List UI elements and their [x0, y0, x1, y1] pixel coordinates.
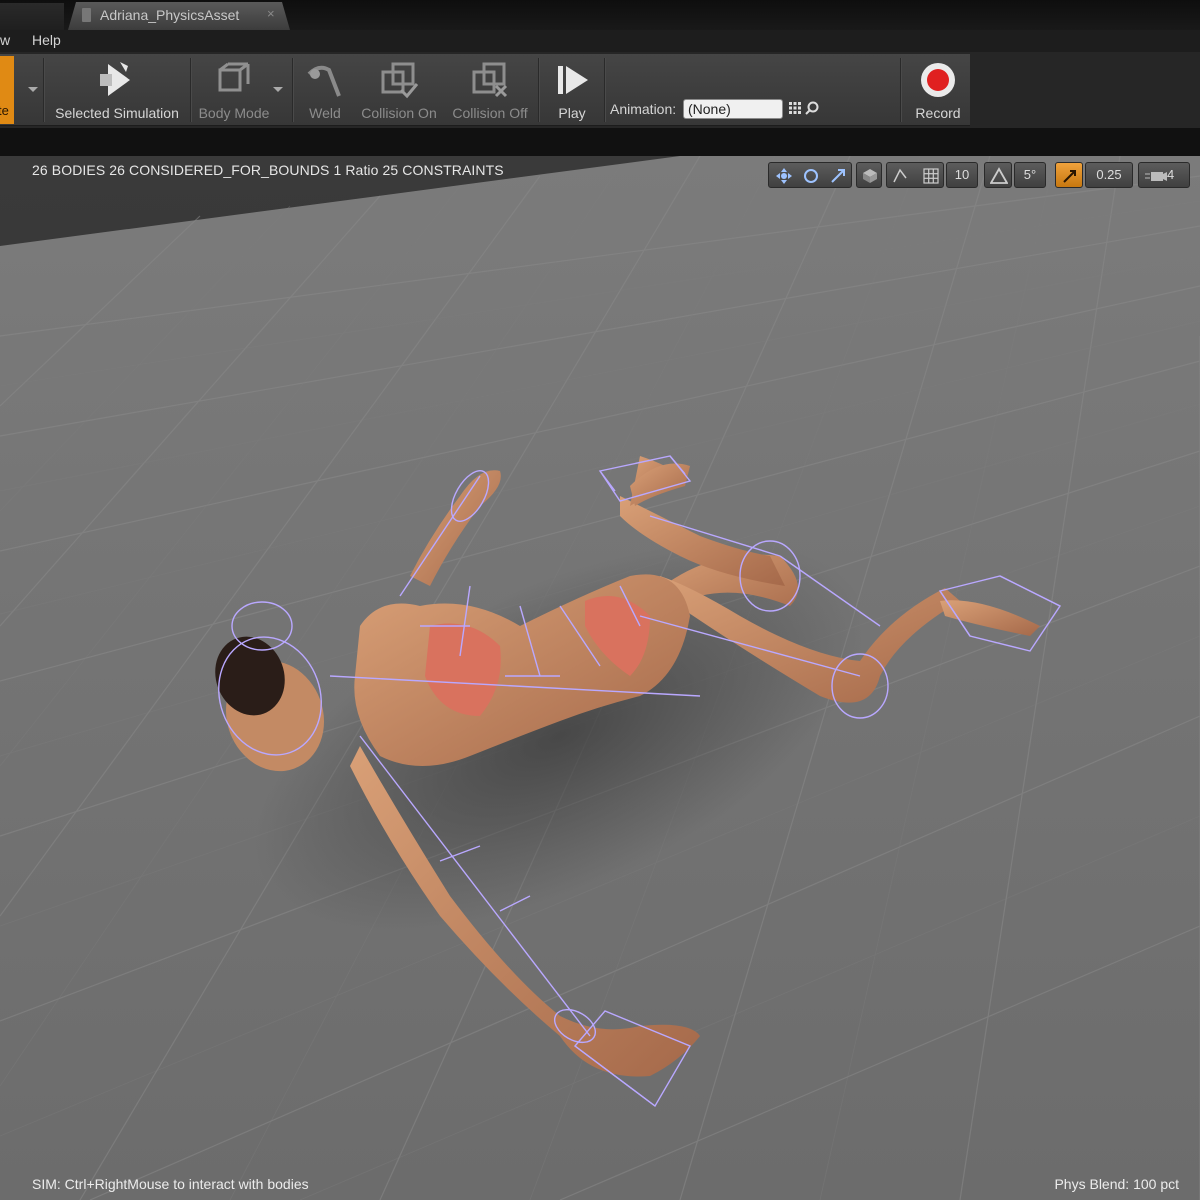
toolbar-panel: te Selected Simulation Body Mode [0, 54, 970, 126]
viewport[interactable]: 26 BODIES 26 CONSIDERED_FOR_BOUNDS 1 Rat… [0, 156, 1200, 1200]
collision-on-label: Collision On [361, 105, 437, 121]
camera-speed-value-text: 4 [1167, 167, 1175, 182]
toolbar-separator [604, 58, 606, 122]
simulate-dropdown-icon[interactable] [28, 87, 38, 92]
tab-inactive[interactable] [0, 3, 64, 30]
collision-off-button[interactable]: Collision Off [448, 54, 532, 125]
browse-grid-icon[interactable] [789, 102, 801, 114]
grid-snap-icon [893, 168, 939, 184]
rotation-snap-value[interactable]: 5° [1014, 162, 1046, 188]
search-icon[interactable] [805, 101, 819, 115]
scale-snap-value-text: 0.25 [1096, 167, 1122, 182]
toolbar-separator [190, 58, 192, 122]
selected-simulation-icon [100, 62, 130, 96]
collision-on-button[interactable]: Collision On [358, 54, 440, 125]
tab-bar: Adriana_PhysicsAsset × [0, 0, 1200, 30]
record-label: Record [915, 105, 961, 121]
toolbar-separator [538, 58, 540, 122]
angle-icon [990, 167, 1008, 184]
asset-doc-icon [82, 8, 91, 22]
record-button[interactable]: Record [906, 54, 970, 125]
simulate-button-label: te [0, 103, 9, 118]
phys-blend-status: Phys Blend: 100 pct [1054, 1176, 1179, 1192]
body-mode-dropdown-icon[interactable] [273, 87, 283, 92]
collision-on-icon [381, 62, 419, 99]
transform-icons [776, 168, 845, 184]
scale-icon [1063, 170, 1076, 183]
animation-field[interactable] [683, 99, 783, 119]
body-mode-icon [218, 62, 250, 92]
toolbar: te Selected Simulation Body Mode [0, 52, 1200, 128]
transform-mode-group[interactable] [768, 162, 852, 188]
rotation-snap-value-text: 5° [1023, 167, 1037, 182]
physics-stats: 26 BODIES 26 CONSIDERED_FOR_BOUNDS 1 Rat… [32, 162, 504, 178]
grid-snap-value-text: 10 [954, 167, 970, 182]
animation-label: Animation: [610, 101, 677, 117]
play-button[interactable]: Play [544, 54, 600, 125]
toolbar-separator [292, 58, 294, 122]
cube-icon [863, 169, 877, 183]
scale-snap-toggle[interactable] [1055, 162, 1083, 188]
tab-title: Adriana_PhysicsAsset [100, 7, 240, 23]
world-local-toggle[interactable] [856, 162, 882, 188]
tab-close-icon[interactable]: × [267, 6, 275, 21]
weld-label: Weld [309, 105, 341, 121]
viewport-scene [0, 156, 1200, 1200]
selected-simulation-label: Selected Simulation [55, 105, 179, 121]
rotation-snap-toggle[interactable] [984, 162, 1012, 188]
grid-snap-value[interactable]: 10 [946, 162, 978, 188]
scale-snap-value[interactable]: 0.25 [1085, 162, 1133, 188]
body-mode-button[interactable]: Body Mode [194, 54, 274, 125]
selected-simulation-button[interactable]: Selected Simulation [50, 54, 184, 125]
menu-item-window[interactable]: w [0, 32, 10, 48]
simulate-button[interactable]: te [0, 56, 14, 124]
grid-snap-group[interactable] [886, 162, 944, 188]
weld-icon [307, 65, 341, 97]
menu-item-help[interactable]: Help [32, 32, 61, 48]
menu-bar: w Help [0, 30, 1200, 52]
camera-speed-icon [1145, 172, 1167, 181]
body-mode-label: Body Mode [198, 105, 270, 121]
play-label: Play [558, 105, 586, 121]
record-icon [921, 63, 955, 97]
toolbar-bottom-strip [0, 128, 1200, 156]
camera-speed[interactable]: 4 [1138, 162, 1190, 188]
toolbar-separator [43, 58, 45, 122]
simulation-hint: SIM: Ctrl+RightMouse to interact with bo… [32, 1176, 309, 1192]
toolbar-separator [900, 58, 902, 122]
play-icon [558, 66, 588, 94]
collision-off-label: Collision Off [452, 105, 528, 121]
weld-button[interactable]: Weld [298, 54, 352, 125]
tab-physics-asset[interactable]: Adriana_PhysicsAsset × [68, 2, 290, 30]
collision-off-icon [472, 62, 508, 98]
